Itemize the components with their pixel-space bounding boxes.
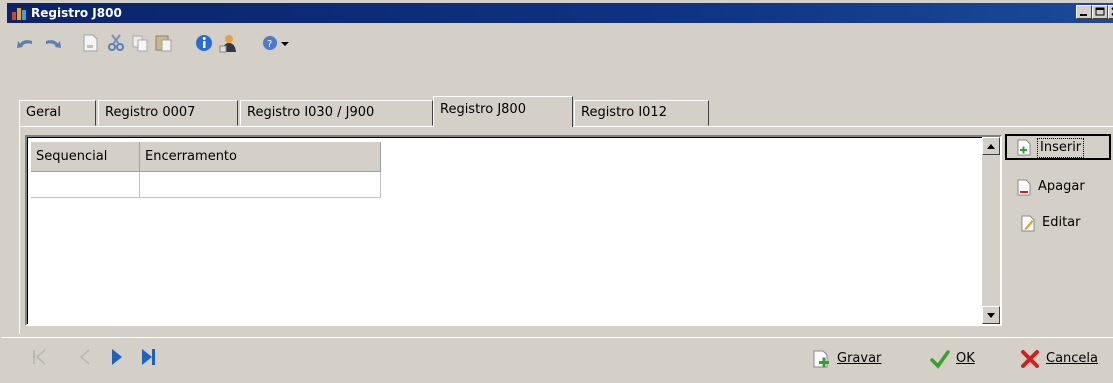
insert-icon [1017, 139, 1031, 156]
column-header-encerramento[interactable]: Encerramento [140, 142, 381, 172]
close-icon [1111, 7, 1113, 16]
tab-registro-j800[interactable]: Registro J800 [433, 96, 573, 127]
tab-registro-i012[interactable]: Registro I012 [574, 100, 709, 126]
title-bar[interactable]: Registro J800 [7, 3, 1113, 23]
tab-registro-i030-j900[interactable]: Registro I030 / J900 [240, 100, 433, 126]
info-icon[interactable] [193, 33, 215, 53]
user-icon[interactable] [217, 33, 239, 53]
grid-cell-sequencial[interactable] [31, 172, 140, 198]
copy-icon[interactable] [129, 33, 151, 53]
save-button[interactable]: Gravar [811, 347, 901, 371]
grid-cell-encerramento[interactable] [140, 172, 381, 198]
redo-icon[interactable] [41, 33, 63, 53]
column-header-sequencial[interactable]: Sequencial [31, 142, 140, 172]
grid-body: Sequencial Encerramento [27, 137, 982, 324]
arrow-up-icon [987, 144, 995, 149]
first-record-icon[interactable] [29, 347, 49, 367]
help-icon[interactable]: ? [259, 33, 281, 53]
new-document-icon[interactable] [79, 33, 101, 53]
dropdown-icon[interactable] [279, 33, 291, 53]
delete-icon [1017, 179, 1031, 196]
paste-icon[interactable] [153, 33, 175, 53]
window-title: Registro J800 [31, 6, 122, 20]
next-record-icon[interactable] [107, 347, 127, 367]
cut-icon[interactable] [105, 33, 127, 53]
vertical-scrollbar[interactable] [982, 137, 1000, 324]
save-icon [813, 350, 829, 368]
edit-button[interactable]: Editar [1005, 210, 1111, 236]
last-record-icon[interactable] [139, 347, 159, 367]
checkmark-icon [930, 350, 950, 369]
cancel-x-icon [1021, 350, 1039, 368]
scroll-down-button[interactable] [982, 306, 1000, 324]
insert-button[interactable]: Inserir [1005, 134, 1111, 160]
data-grid[interactable]: Sequencial Encerramento [25, 135, 1002, 326]
tab-registro-0007[interactable]: Registro 0007 [98, 100, 238, 126]
tab-geral[interactable]: Geral [19, 100, 96, 126]
ok-button[interactable]: OK [930, 347, 990, 371]
undo-icon[interactable] [15, 33, 37, 53]
minimize-button[interactable] [1076, 5, 1092, 19]
bottom-bar: Gravar OK Cancela [1, 337, 1113, 383]
maximize-button[interactable] [1092, 5, 1108, 19]
svg-text:?: ? [267, 39, 272, 50]
arrow-down-icon [987, 313, 995, 318]
scroll-up-button[interactable] [982, 137, 1000, 155]
maximize-icon [1095, 7, 1105, 16]
delete-button[interactable]: Apagar [1005, 174, 1111, 200]
previous-record-icon[interactable] [75, 347, 95, 367]
close-button[interactable] [1108, 5, 1113, 19]
registro-j800-window: Registro J800 ? Geral Registro 0007 Regi… [0, 0, 1113, 383]
edit-icon [1021, 215, 1035, 232]
minimize-icon [1080, 14, 1087, 16]
cancel-button[interactable]: Cancela [1020, 347, 1112, 371]
app-icon [12, 8, 26, 20]
toolbar: ? [7, 26, 1113, 60]
